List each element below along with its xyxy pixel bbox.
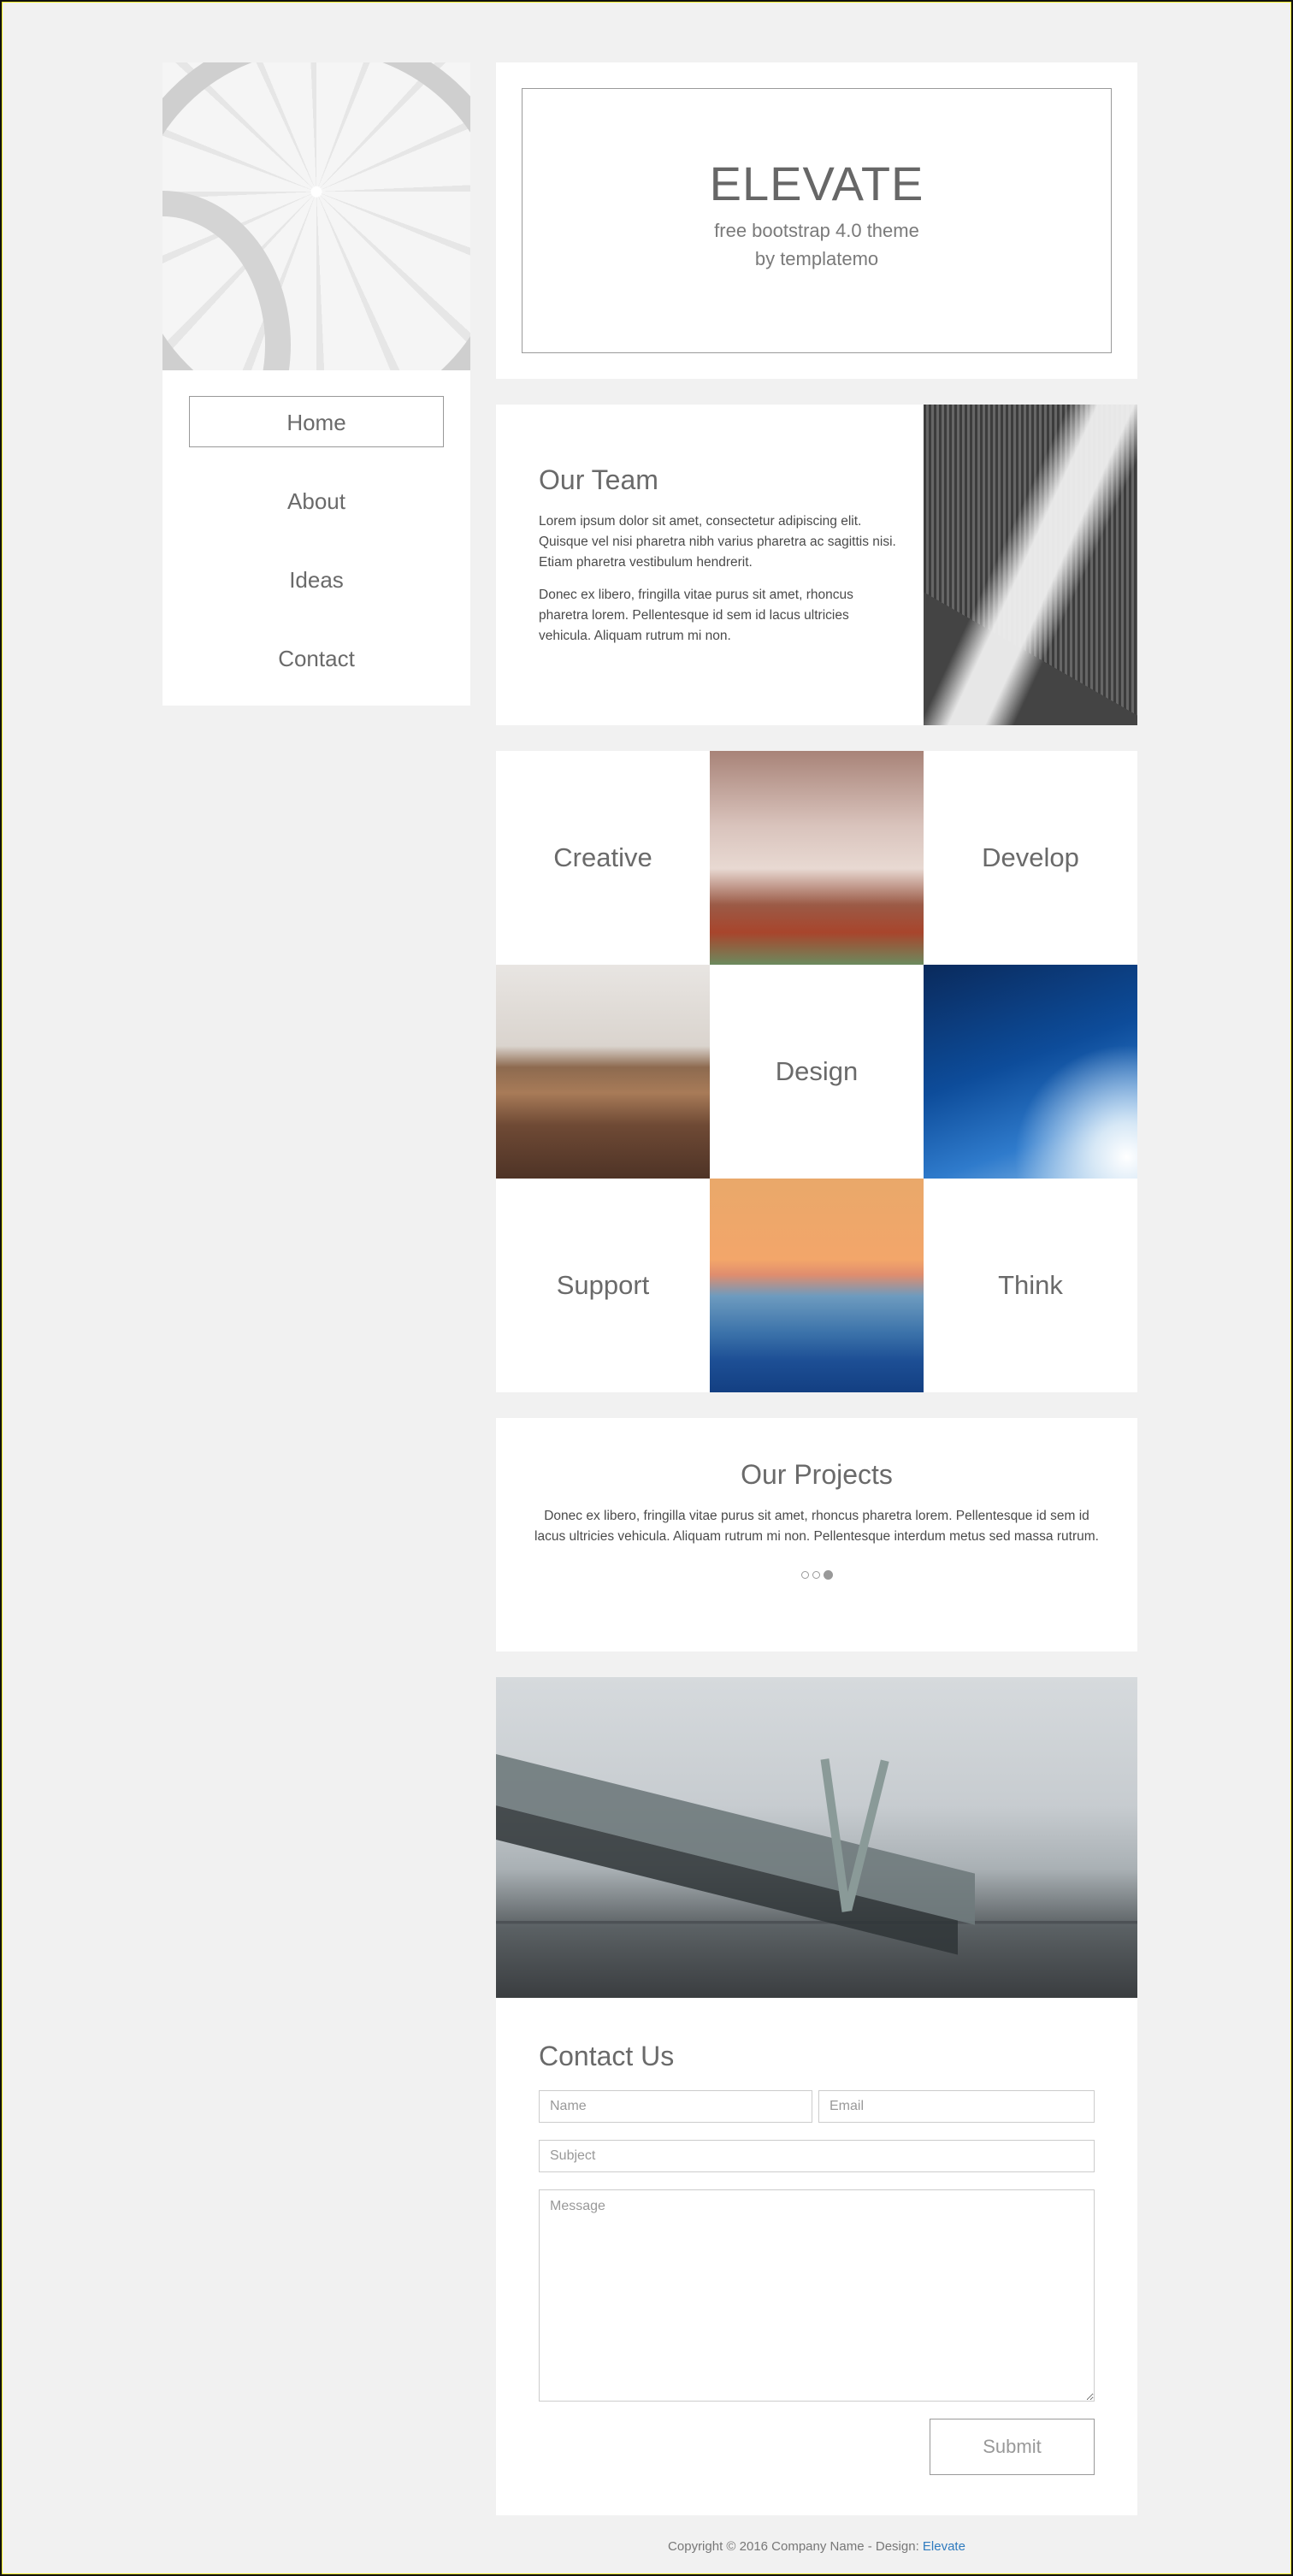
site-title: ELEVATE bbox=[709, 157, 924, 210]
team-section: Our Team Lorem ipsum dolor sit amet, con… bbox=[496, 405, 1137, 725]
forest-path-image bbox=[710, 751, 924, 965]
grid-cell-design: Design bbox=[775, 1056, 859, 1086]
projects-heading: Our Projects bbox=[741, 1459, 893, 1490]
subject-input[interactable] bbox=[539, 2140, 1095, 2172]
grid-cell-support: Support bbox=[556, 1270, 650, 1300]
hero-subtitle-1: free bootstrap 4.0 theme bbox=[714, 220, 919, 241]
mountain-sunset-image bbox=[710, 1179, 924, 1392]
grid-cell-develop: Develop bbox=[982, 842, 1079, 872]
projects-text: Donec ex libero, fringilla vitae purus s… bbox=[534, 1509, 1099, 1544]
grid-cell-think: Think bbox=[998, 1270, 1063, 1300]
projects-section: Our Projects Donec ex libero, fringilla … bbox=[496, 1418, 1137, 1651]
hero-subtitle-2: by templatemo bbox=[754, 248, 879, 269]
design-credit-link[interactable]: Elevate bbox=[923, 2539, 965, 2554]
nav-item-home[interactable]: Home bbox=[189, 396, 444, 447]
nav-item-contact[interactable]: Contact bbox=[189, 632, 444, 683]
contact-heading: Contact Us bbox=[539, 2041, 675, 2071]
team-heading: Our Team bbox=[539, 464, 658, 495]
hero-box: ELEVATE free bootstrap 4.0 theme by temp… bbox=[522, 88, 1112, 353]
birds-sky-image bbox=[924, 965, 1137, 1179]
sidebar: Home About Ideas Contact bbox=[162, 62, 470, 706]
services-grid: Creative Develop Design Support Think bbox=[496, 751, 1137, 1392]
grid-cell-creative: Creative bbox=[553, 842, 652, 872]
carousel-dot-1[interactable] bbox=[800, 1571, 809, 1579]
carousel-indicators bbox=[496, 1570, 1137, 1580]
footer: Copyright © 2016 Company Name - Design: … bbox=[496, 2539, 1137, 2554]
submit-button[interactable]: Submit bbox=[930, 2419, 1095, 2475]
bridge-fog-image bbox=[496, 1677, 1137, 1998]
team-paragraph-2: Donec ex libero, fringilla vitae purus s… bbox=[539, 588, 853, 643]
sidebar-dome-image bbox=[162, 62, 470, 370]
main-nav: Home About Ideas Contact bbox=[162, 370, 470, 683]
message-textarea[interactable] bbox=[539, 2189, 1095, 2402]
copyright-text: Copyright © 2016 Company Name - Design: bbox=[668, 2539, 923, 2554]
carousel-dot-3[interactable] bbox=[823, 1570, 833, 1580]
carousel-dot-2[interactable] bbox=[812, 1571, 820, 1579]
contact-section: Contact Us Submit bbox=[496, 1998, 1137, 2515]
team-paragraph-1: Lorem ipsum dolor sit amet, consectetur … bbox=[539, 514, 896, 570]
name-input[interactable] bbox=[539, 2090, 812, 2123]
nav-item-ideas[interactable]: Ideas bbox=[189, 553, 444, 605]
skyscrapers-image bbox=[924, 405, 1137, 725]
desert-dunes-image bbox=[496, 965, 710, 1179]
hero-section: ELEVATE free bootstrap 4.0 theme by temp… bbox=[496, 62, 1137, 379]
nav-item-about[interactable]: About bbox=[189, 475, 444, 526]
email-input[interactable] bbox=[818, 2090, 1095, 2123]
